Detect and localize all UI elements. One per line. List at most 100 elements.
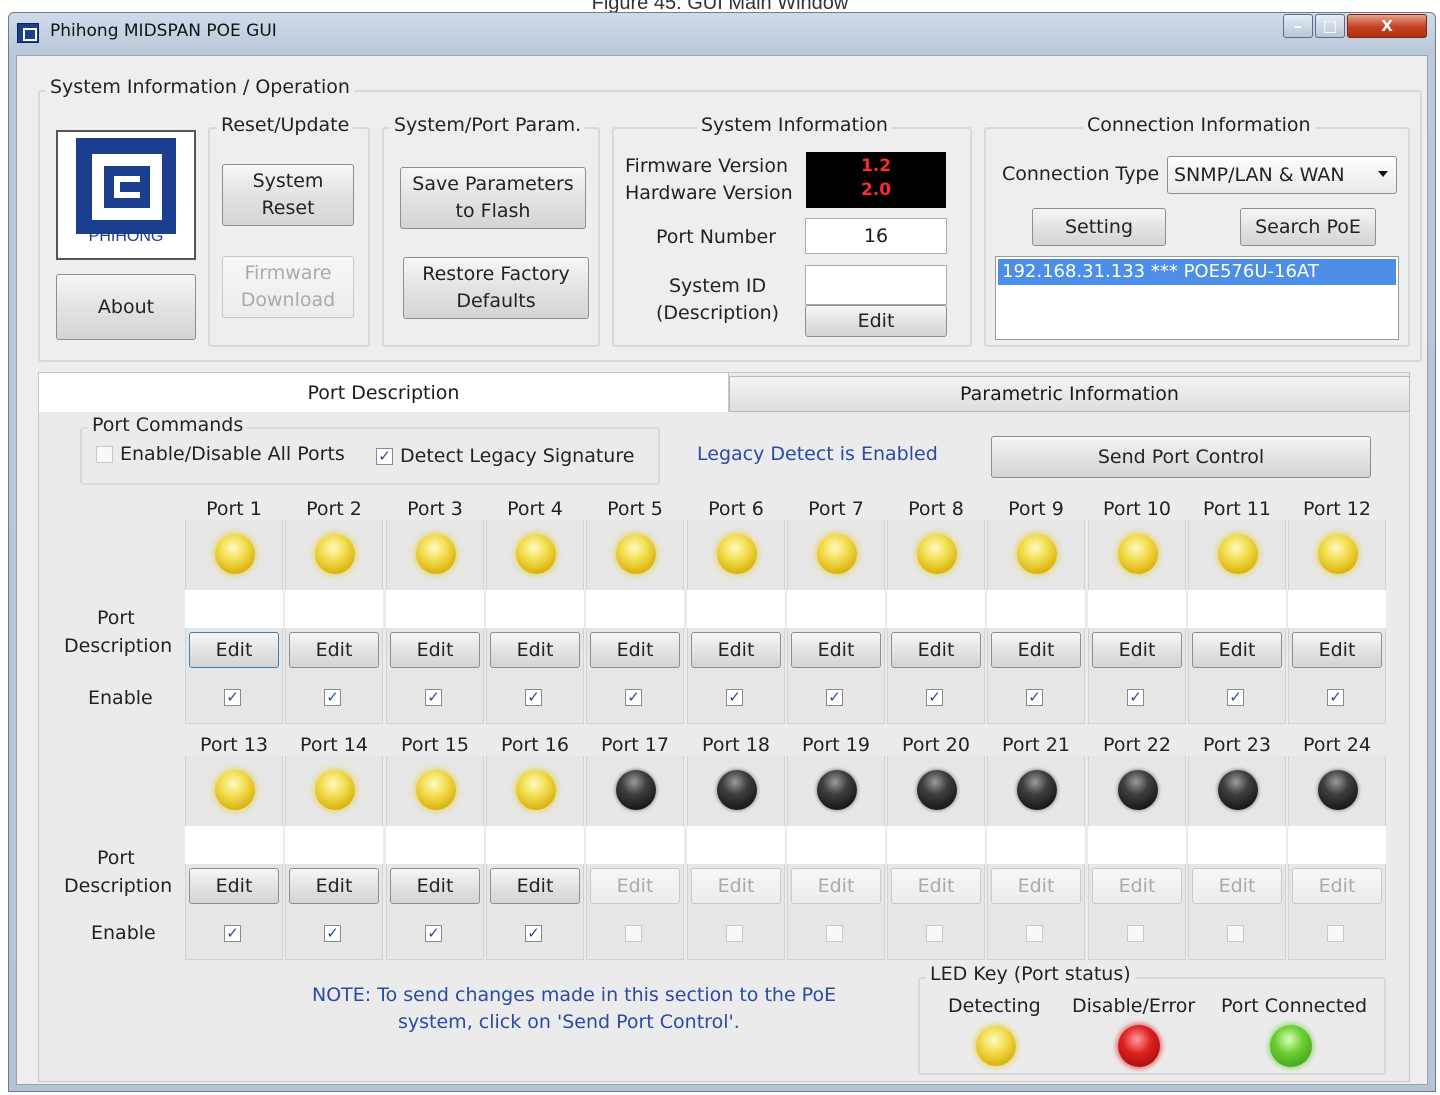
port-edit-button[interactable]: Edit: [691, 868, 781, 904]
port-label: Port 16: [486, 734, 584, 756]
port-description-field[interactable]: [185, 590, 283, 628]
save-to-flash-button[interactable]: Save Parameters to Flash: [400, 167, 586, 229]
port-description-field[interactable]: [987, 826, 1085, 864]
firmware-version-label: Firmware Version: [625, 155, 788, 177]
port-description-field[interactable]: [687, 826, 785, 864]
port-enable-checkbox[interactable]: ✓: [525, 689, 542, 706]
port-description-field[interactable]: [787, 590, 885, 628]
port-enable-checkbox[interactable]: ✓: [625, 689, 642, 706]
port-enable-checkbox[interactable]: ✓: [224, 925, 241, 942]
port-edit-button[interactable]: Edit: [390, 632, 480, 668]
port-enable-checkbox[interactable]: ✓: [1127, 689, 1144, 706]
port-edit-button[interactable]: Edit: [891, 632, 981, 668]
port-label: Port 1: [185, 498, 283, 520]
port-edit-button[interactable]: Edit: [991, 632, 1081, 668]
port-enable-checkbox[interactable]: ✓: [1026, 689, 1043, 706]
port-enable-checkbox[interactable]: ✓: [224, 689, 241, 706]
port-edit-button[interactable]: Edit: [791, 632, 881, 668]
port-description-field[interactable]: [586, 590, 684, 628]
port-edit-button[interactable]: Edit: [691, 632, 781, 668]
port-edit-button[interactable]: Edit: [490, 868, 580, 904]
about-button[interactable]: About: [56, 274, 196, 340]
port-edit-button[interactable]: Edit: [891, 868, 981, 904]
port-enable-checkbox[interactable]: [1127, 925, 1144, 942]
led-yellow-icon: [817, 534, 857, 574]
port-edit-button[interactable]: Edit: [1092, 868, 1182, 904]
port-enable-checkbox[interactable]: ✓: [324, 925, 341, 942]
enable-all-checkbox[interactable]: [96, 446, 113, 463]
system-reset-button[interactable]: System Reset: [222, 164, 354, 226]
port-enable-checkbox[interactable]: ✓: [1227, 689, 1244, 706]
port-edit-button[interactable]: Edit: [991, 868, 1081, 904]
port-edit-button[interactable]: Edit: [289, 868, 379, 904]
port-description-field[interactable]: [285, 826, 383, 864]
port-description-field[interactable]: [887, 826, 985, 864]
port-edit-button[interactable]: Edit: [590, 868, 680, 904]
port-enable-checkbox[interactable]: ✓: [324, 689, 341, 706]
port-enable-checkbox[interactable]: [726, 925, 743, 942]
port-edit-button[interactable]: Edit: [490, 632, 580, 668]
system-id-field[interactable]: [805, 265, 947, 305]
port-enable-checkbox[interactable]: [826, 925, 843, 942]
port-description-field[interactable]: [1188, 826, 1286, 864]
port-edit-button[interactable]: Edit: [791, 868, 881, 904]
port-description-field[interactable]: [285, 590, 383, 628]
port-description-field[interactable]: [887, 590, 985, 628]
port-description-field[interactable]: [586, 826, 684, 864]
port-description-field[interactable]: [1088, 826, 1186, 864]
send-port-control-button[interactable]: Send Port Control: [991, 436, 1371, 478]
port-edit-button[interactable]: Edit: [189, 868, 279, 904]
port-enable-checkbox[interactable]: [1026, 925, 1043, 942]
tab-port-description[interactable]: Port Description: [38, 372, 729, 412]
port-enable-checkbox[interactable]: [1327, 925, 1344, 942]
minimize-button[interactable]: –: [1283, 14, 1313, 38]
port-description-field[interactable]: [1088, 590, 1186, 628]
system-id-edit-button[interactable]: Edit: [805, 305, 947, 337]
connection-type-select[interactable]: SNMP/LAN & WAN: [1167, 156, 1397, 194]
port-edit-button[interactable]: Edit: [289, 632, 379, 668]
port-edit-button[interactable]: Edit: [1192, 632, 1282, 668]
port-description-field[interactable]: [386, 590, 484, 628]
port-enable-checkbox[interactable]: ✓: [1327, 689, 1344, 706]
port-enable-checkbox[interactable]: ✓: [425, 689, 442, 706]
port-edit-button[interactable]: Edit: [1192, 868, 1282, 904]
port-edit-button[interactable]: Edit: [1292, 632, 1382, 668]
port-enable-checkbox[interactable]: [625, 925, 642, 942]
legacy-checkbox[interactable]: ✓: [376, 448, 393, 465]
port-description-field[interactable]: [1288, 826, 1386, 864]
device-list[interactable]: 192.168.31.133 *** POE576U-16AT: [995, 256, 1399, 340]
row1-port-label: Port: [97, 607, 135, 629]
port-edit-button[interactable]: Edit: [1292, 868, 1382, 904]
port-enable-checkbox[interactable]: ✓: [726, 689, 743, 706]
port-description-field[interactable]: [787, 826, 885, 864]
search-poe-button[interactable]: Search PoE: [1240, 208, 1376, 246]
port-enable-checkbox[interactable]: ✓: [425, 925, 442, 942]
port-description-field[interactable]: [185, 826, 283, 864]
port-enable-checkbox[interactable]: ✓: [826, 689, 843, 706]
port-description-field[interactable]: [386, 826, 484, 864]
port-description-field[interactable]: [1188, 590, 1286, 628]
port-description-field[interactable]: [486, 826, 584, 864]
firmware-download-button[interactable]: Firmware Download: [222, 256, 354, 318]
port-number-field[interactable]: 16: [805, 218, 947, 254]
device-list-item[interactable]: 192.168.31.133 *** POE576U-16AT: [998, 259, 1396, 285]
port-enable-checkbox[interactable]: [1227, 925, 1244, 942]
port-edit-button[interactable]: Edit: [390, 868, 480, 904]
system-id-label-2: (Description): [656, 302, 780, 324]
port-description-field[interactable]: [687, 590, 785, 628]
tab-parametric-information[interactable]: Parametric Information: [729, 376, 1410, 412]
maximize-button[interactable]: □: [1315, 14, 1345, 38]
port-description-field[interactable]: [1288, 590, 1386, 628]
close-button[interactable]: X: [1347, 14, 1427, 38]
restore-defaults-button[interactable]: Restore Factory Defaults: [403, 257, 589, 319]
port-enable-checkbox[interactable]: ✓: [926, 689, 943, 706]
port-enable-checkbox[interactable]: [926, 925, 943, 942]
port-description-field[interactable]: [486, 590, 584, 628]
port-edit-button[interactable]: Edit: [1092, 632, 1182, 668]
port-edit-button[interactable]: Edit: [590, 632, 680, 668]
port-enable-checkbox[interactable]: ✓: [525, 925, 542, 942]
setting-button[interactable]: Setting: [1032, 208, 1166, 246]
led-yellow-icon: [976, 1026, 1016, 1066]
port-edit-button[interactable]: Edit: [189, 632, 279, 668]
port-description-field[interactable]: [987, 590, 1085, 628]
